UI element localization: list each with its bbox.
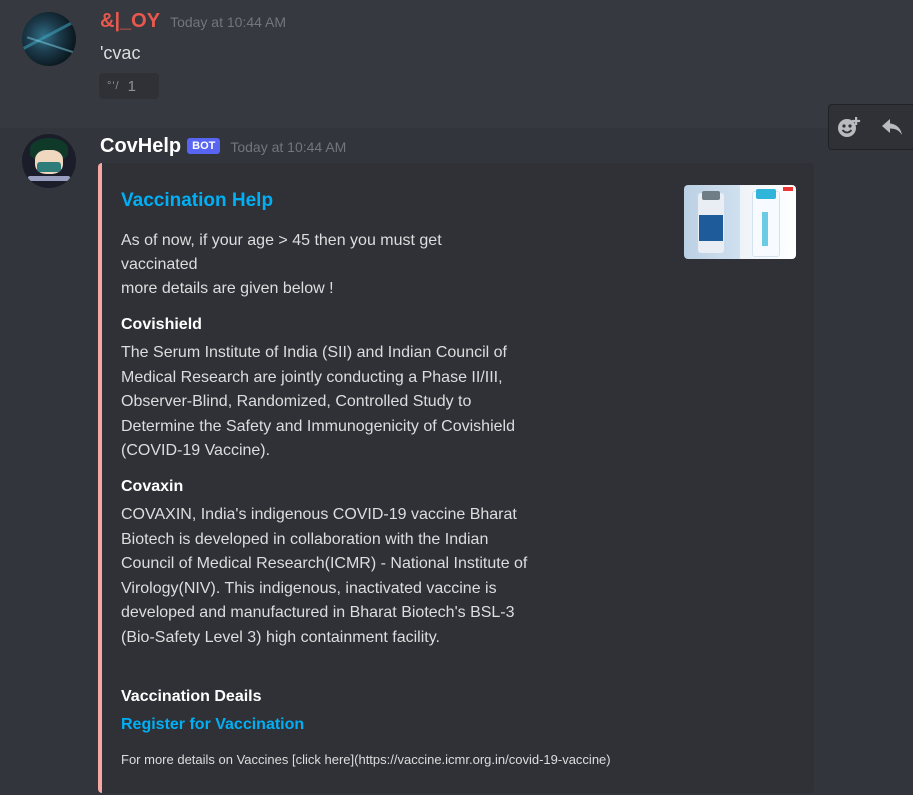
timestamp: Today at 10:44 AM xyxy=(170,14,287,30)
bot-tag: BOT xyxy=(187,138,221,154)
embed-footer-text: For more details on Vaccines [click here… xyxy=(121,752,611,767)
username[interactable]: &|_OY xyxy=(100,10,160,33)
embed-field-value: The Serum Institute of India (SII) and I… xyxy=(121,344,515,459)
message-group-2: CovHelp BOT Today at 10:44 AM Vaccinatio… xyxy=(0,128,913,795)
reply-button[interactable] xyxy=(871,105,913,149)
embed-title[interactable]: Vaccination Help xyxy=(121,190,273,212)
timestamp: Today at 10:44 AM xyxy=(230,139,347,155)
embed-description-line: more details are given below ! xyxy=(121,280,334,297)
reaction-button[interactable]: °'/ 1 xyxy=(99,73,159,99)
embed-field-name: Covaxin xyxy=(121,478,184,495)
embed-description-line: As of now, if your age > 45 then you mus… xyxy=(121,232,442,273)
message-content: 'cvac xyxy=(100,43,141,63)
user-avatar[interactable] xyxy=(22,12,76,66)
embed-field-value: COVAXIN, India's indigenous COVID-19 vac… xyxy=(121,506,528,646)
reaction-emoji-icon: °'/ xyxy=(107,80,120,92)
username[interactable]: CovHelp xyxy=(100,135,181,158)
reply-icon xyxy=(882,119,902,135)
message-header: CovHelp BOT Today at 10:44 AM xyxy=(100,135,346,158)
embed-thumbnail-image[interactable] xyxy=(684,185,796,259)
embed-field-name: Vaccination Deails xyxy=(121,688,262,705)
message-header: &|_OY Today at 10:44 AM xyxy=(100,10,286,33)
embed-field-name: Covishield xyxy=(121,316,202,333)
register-link[interactable]: Register for Vaccination xyxy=(121,716,304,734)
add-reaction-icon xyxy=(838,117,861,137)
bot-avatar[interactable] xyxy=(22,134,76,188)
embed: Vaccination Help As of now, if your age … xyxy=(98,163,814,793)
message-group-1: &|_OY Today at 10:44 AM 'cvac °'/ 1 xyxy=(0,0,913,112)
reaction-count: 1 xyxy=(127,77,136,95)
embed-description: As of now, if your age > 45 then you mus… xyxy=(121,229,521,301)
message-hover-toolbar xyxy=(828,104,913,150)
add-reaction-button[interactable] xyxy=(829,105,871,149)
